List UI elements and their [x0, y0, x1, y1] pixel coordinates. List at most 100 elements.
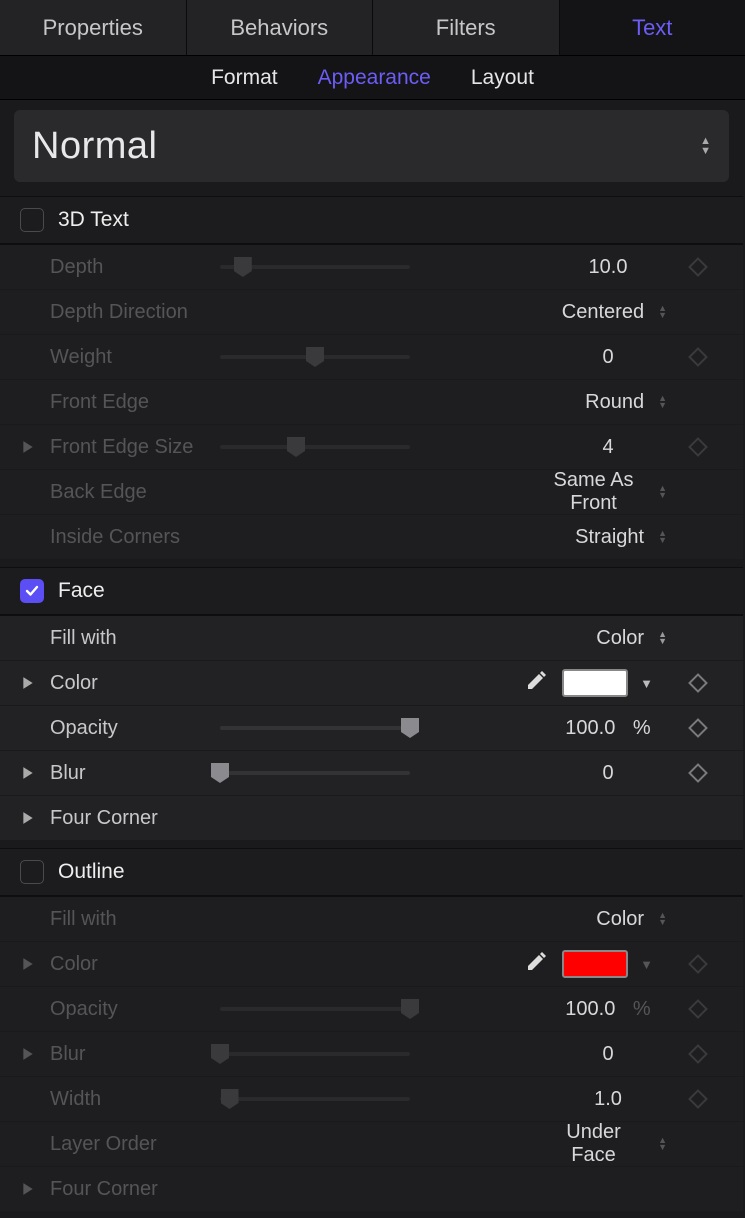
row-weight: Weight 0	[0, 334, 743, 379]
chevron-down-icon[interactable]: ▼	[640, 957, 653, 972]
keyframe-face-blur[interactable]	[688, 763, 708, 783]
sub-tab-bar: Format Appearance Layout	[0, 56, 745, 100]
chevron-down-icon[interactable]: ▼	[640, 676, 653, 691]
style-preset-popup[interactable]: Normal ▲▼	[14, 110, 729, 182]
keyframe-outline-width[interactable]	[688, 1089, 708, 1109]
select-face-fillwith[interactable]: Color ▲▼	[543, 627, 673, 650]
row-outline-opacity: Opacity 100.0 %	[0, 986, 743, 1031]
select-depth-direction[interactable]: Centered ▲▼	[543, 301, 673, 324]
keyframe-face-color[interactable]	[688, 673, 708, 693]
keyframe-outline-color[interactable]	[688, 954, 708, 974]
color-swatch-face[interactable]	[562, 669, 628, 697]
disclosure-face-blur[interactable]	[22, 766, 50, 780]
row-face-opacity: Opacity 100.0 %	[0, 705, 743, 750]
section-header-3d-text: 3D Text	[0, 196, 743, 244]
disclosure-face-color[interactable]	[22, 676, 50, 690]
subtab-appearance[interactable]: Appearance	[318, 66, 431, 90]
checkbox-outline[interactable]	[20, 860, 44, 884]
label-outline-opacity: Opacity	[50, 998, 220, 1021]
eyedropper-icon[interactable]	[524, 669, 548, 698]
label-weight: Weight	[50, 346, 220, 369]
section-outline: Outline Fill with Color ▲▼ Color	[0, 848, 743, 1211]
section-title-outline: Outline	[58, 860, 125, 884]
value-weight[interactable]: 0	[543, 346, 673, 369]
value-face-opacity[interactable]: 100.0 %	[543, 717, 673, 740]
slider-depth[interactable]	[220, 245, 543, 289]
label-back-edge: Back Edge	[50, 481, 220, 504]
disclosure-front-edge-size[interactable]	[22, 440, 50, 454]
inspector-scroll-area[interactable]: Normal ▲▼ 3D Text Depth 10.0 Depth Direc…	[0, 100, 745, 1218]
tab-properties[interactable]: Properties	[0, 0, 187, 55]
label-face-four-corner: Four Corner	[50, 807, 220, 830]
label-face-color: Color	[50, 672, 220, 695]
checkbox-face[interactable]	[20, 579, 44, 603]
row-depth: Depth 10.0	[0, 244, 743, 289]
eyedropper-icon[interactable]	[524, 950, 548, 979]
keyframe-weight[interactable]	[688, 347, 708, 367]
row-outline-color: Color ▼	[0, 941, 743, 986]
row-outline-width: Width 1.0	[0, 1076, 743, 1121]
label-outline-color: Color	[50, 953, 220, 976]
disclosure-outline-color[interactable]	[22, 957, 50, 971]
row-face-blur: Blur 0	[0, 750, 743, 795]
value-outline-opacity[interactable]: 100.0 %	[543, 998, 673, 1021]
row-outline-fillwith: Fill with Color ▲▼	[0, 896, 743, 941]
value-outline-blur[interactable]: 0	[543, 1043, 673, 1066]
keyframe-face-opacity[interactable]	[688, 718, 708, 738]
label-face-fillwith: Fill with	[50, 627, 220, 650]
tab-text[interactable]: Text	[560, 0, 745, 55]
label-depth: Depth	[50, 256, 220, 279]
keyframe-outline-blur[interactable]	[688, 1044, 708, 1064]
slider-face-opacity[interactable]	[220, 706, 543, 750]
slider-outline-opacity[interactable]	[220, 987, 543, 1031]
slider-outline-blur[interactable]	[220, 1032, 543, 1076]
disclosure-outline-four-corner[interactable]	[22, 1182, 50, 1196]
row-face-four-corner: Four Corner	[0, 795, 743, 840]
row-face-color: Color ▼	[0, 660, 743, 705]
disclosure-face-four-corner[interactable]	[22, 811, 50, 825]
row-outline-blur: Blur 0	[0, 1031, 743, 1076]
label-outline-fillwith: Fill with	[50, 908, 220, 931]
value-depth[interactable]: 10.0	[543, 256, 673, 279]
select-inside-corners[interactable]: Straight ▲▼	[543, 526, 673, 549]
preset-label: Normal	[32, 125, 157, 168]
slider-outline-width[interactable]	[220, 1077, 543, 1121]
row-depth-direction: Depth Direction Centered ▲▼	[0, 289, 743, 334]
row-front-edge-size: Front Edge Size 4	[0, 424, 743, 469]
tab-behaviors[interactable]: Behaviors	[187, 0, 374, 55]
updown-icon: ▲▼	[700, 137, 711, 156]
section-3d-text: 3D Text Depth 10.0 Depth Direction Cente…	[0, 196, 743, 559]
checkbox-3d-text[interactable]	[20, 208, 44, 232]
label-front-edge-size: Front Edge Size	[50, 436, 220, 459]
subtab-format[interactable]: Format	[211, 66, 278, 90]
select-front-edge[interactable]: Round ▲▼	[543, 391, 673, 414]
keyframe-front-edge-size[interactable]	[688, 437, 708, 457]
row-outline-layer-order: Layer Order Under Face ▲▼	[0, 1121, 743, 1166]
section-title-face: Face	[58, 579, 105, 603]
value-face-blur[interactable]: 0	[543, 762, 673, 785]
subtab-layout[interactable]: Layout	[471, 66, 534, 90]
tab-filters[interactable]: Filters	[373, 0, 560, 55]
keyframe-depth[interactable]	[688, 257, 708, 277]
row-inside-corners: Inside Corners Straight ▲▼	[0, 514, 743, 559]
label-outline-four-corner: Four Corner	[50, 1178, 220, 1201]
section-header-outline: Outline	[0, 848, 743, 896]
row-back-edge: Back Edge Same As Front ▲▼	[0, 469, 743, 514]
select-outline-layer-order[interactable]: Under Face ▲▼	[543, 1121, 673, 1167]
row-front-edge: Front Edge Round ▲▼	[0, 379, 743, 424]
label-front-edge: Front Edge	[50, 391, 220, 414]
section-title-3d-text: 3D Text	[58, 208, 129, 232]
disclosure-outline-blur[interactable]	[22, 1047, 50, 1061]
value-outline-width[interactable]: 1.0	[543, 1088, 673, 1111]
select-outline-fillwith[interactable]: Color ▲▼	[543, 908, 673, 931]
slider-front-edge-size[interactable]	[220, 425, 543, 469]
select-back-edge[interactable]: Same As Front ▲▼	[543, 469, 673, 515]
color-swatch-outline[interactable]	[562, 950, 628, 978]
row-outline-four-corner: Four Corner	[0, 1166, 743, 1211]
label-inside-corners: Inside Corners	[50, 526, 220, 549]
slider-face-blur[interactable]	[220, 751, 543, 795]
keyframe-outline-opacity[interactable]	[688, 999, 708, 1019]
value-front-edge-size[interactable]: 4	[543, 436, 673, 459]
slider-weight[interactable]	[220, 335, 543, 379]
label-outline-width: Width	[50, 1088, 220, 1111]
